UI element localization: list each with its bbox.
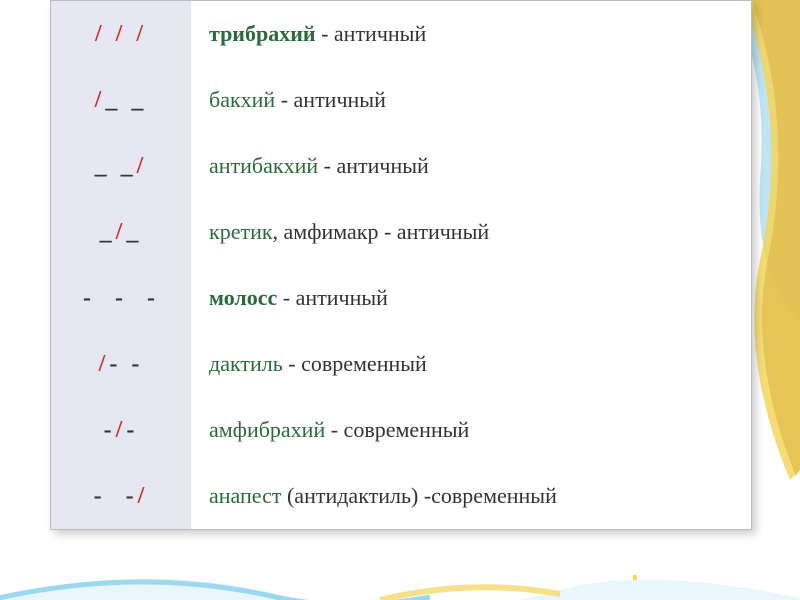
meter-term: анапест <box>209 483 281 508</box>
description-cell: антибакхий - античный <box>191 153 751 179</box>
table-row: / _ _ бакхий - античный <box>51 67 751 133</box>
meter-term: бакхий <box>209 87 275 112</box>
meter-term: амфибрахий <box>209 417 325 442</box>
meter-suffix: - современный <box>325 417 469 442</box>
description-cell: трибрахий - античный <box>191 21 751 47</box>
table-row: - / - амфибрахий - современный <box>51 397 751 463</box>
meter-term: антибакхий <box>209 153 318 178</box>
meter-suffix: - античный <box>277 285 388 310</box>
table-row: _ / _ кретик, амфимакр - античный <box>51 199 751 265</box>
description-cell: кретик, амфимакр - античный <box>191 219 751 245</box>
meter-term: дактиль <box>209 351 283 376</box>
pattern-cell: - - / <box>51 463 191 529</box>
pattern-cell: _ / _ <box>51 199 191 265</box>
meter-extra: , амфимакр <box>273 219 379 244</box>
pattern-cell: / - - <box>51 331 191 397</box>
table-row: / / / трибрахий - античный <box>51 1 751 67</box>
table-row: - - - молосс - античный <box>51 265 751 331</box>
meter-table: / / / трибрахий - античный / _ _ бакхий … <box>50 0 752 530</box>
meter-suffix: - современный <box>283 351 427 376</box>
description-cell: амфибрахий - современный <box>191 417 751 443</box>
meter-suffix: - античный <box>378 219 489 244</box>
description-cell: дактиль - современный <box>191 351 751 377</box>
table-row: _ _ / антибакхий - античный <box>51 133 751 199</box>
pattern-cell: / / / <box>51 1 191 67</box>
meter-term: кретик <box>209 219 273 244</box>
meter-extra: (антидактиль) <box>281 483 418 508</box>
pattern-cell: / _ _ <box>51 67 191 133</box>
meter-term: молосс <box>209 285 277 310</box>
meter-suffix: - античный <box>316 21 427 46</box>
meter-suffix: -современный <box>418 483 557 508</box>
meter-suffix: - античный <box>275 87 386 112</box>
description-cell: бакхий - античный <box>191 87 751 113</box>
meter-suffix: - античный <box>318 153 429 178</box>
table-row: / - - дактиль - современный <box>51 331 751 397</box>
meter-term: трибрахий <box>209 21 316 46</box>
pattern-cell: - - - <box>51 265 191 331</box>
pattern-cell: - / - <box>51 397 191 463</box>
description-cell: анапест (антидактиль) -современный <box>191 483 751 509</box>
table-row: - - / анапест (антидактиль) -современный <box>51 463 751 529</box>
pattern-cell: _ _ / <box>51 133 191 199</box>
description-cell: молосс - античный <box>191 285 751 311</box>
